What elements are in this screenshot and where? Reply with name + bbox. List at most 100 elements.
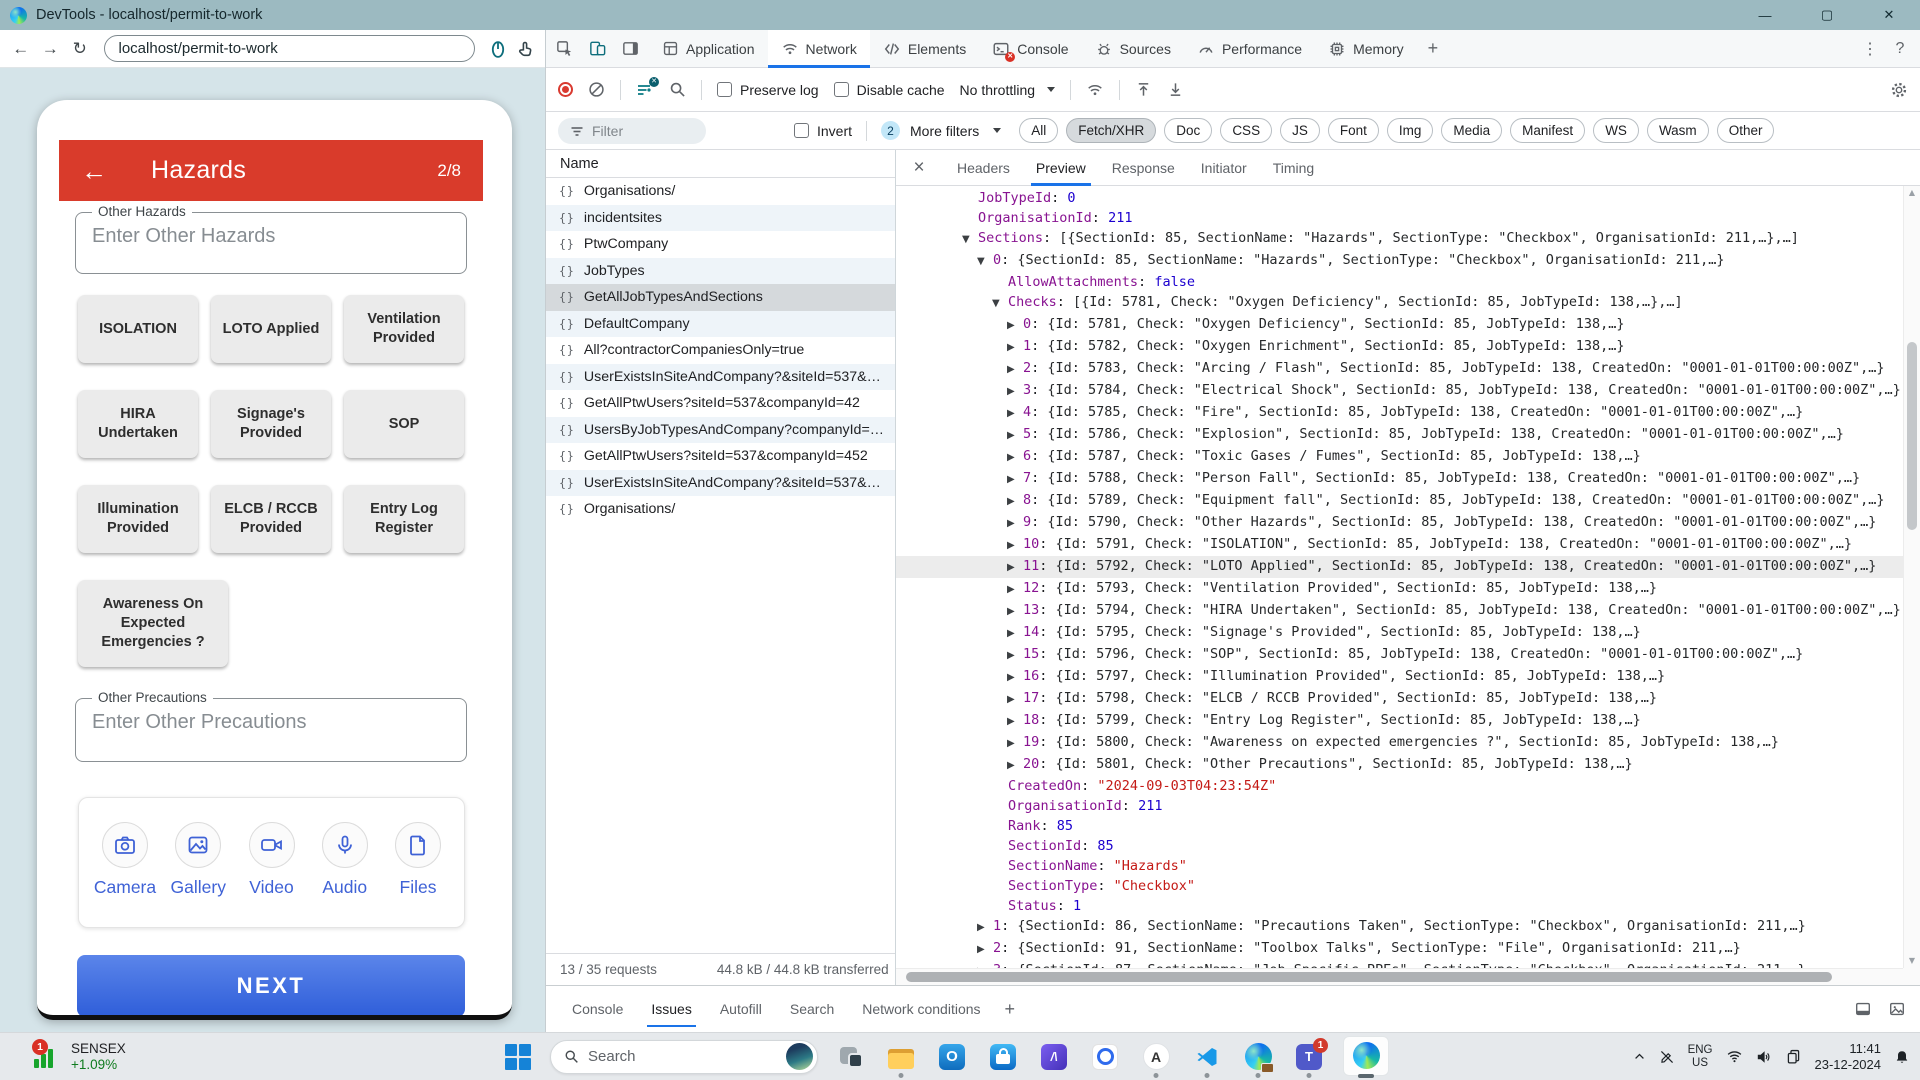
- close-button[interactable]: ✕: [1858, 0, 1920, 30]
- expand-arrow-icon[interactable]: ▶: [1007, 712, 1023, 732]
- network-conditions-icon[interactable]: [1086, 81, 1104, 99]
- hazard-button[interactable]: ISOLATION: [78, 295, 198, 363]
- tab-network[interactable]: Network: [768, 30, 870, 67]
- task-view-button[interactable]: [831, 1035, 869, 1079]
- tab-initiator[interactable]: Initiator: [1188, 150, 1260, 185]
- request-row[interactable]: {} UserExistsInSiteAndCompany?&siteId=53…: [546, 470, 895, 497]
- type-filter-pill[interactable]: All: [1019, 118, 1058, 143]
- expand-arrow-icon[interactable]: ▼: [977, 252, 993, 272]
- hazard-button[interactable]: Signage's Provided: [211, 390, 331, 458]
- hazard-button[interactable]: LOTO Applied: [211, 295, 331, 363]
- minimize-button[interactable]: —: [1734, 0, 1796, 30]
- request-row[interactable]: {} DefaultCompany: [546, 311, 895, 338]
- type-filter-pill[interactable]: Font: [1328, 118, 1379, 143]
- json-line[interactable]: ▶10: {Id: 5791, Check: "ISOLATION", Sect…: [896, 534, 1903, 556]
- preserve-log-checkbox[interactable]: Preserve log: [717, 82, 819, 98]
- gallery-button[interactable]: Gallery: [175, 822, 221, 927]
- json-line[interactable]: ▶0: {Id: 5781, Check: "Oxygen Deficiency…: [896, 314, 1903, 336]
- tab-console[interactable]: ✕ Console: [979, 30, 1081, 67]
- type-filter-pill[interactable]: Fetch/XHR: [1066, 118, 1156, 143]
- app-back-button[interactable]: ←: [81, 158, 107, 184]
- edge-work-profile-icon[interactable]: [1239, 1035, 1277, 1079]
- request-row[interactable]: {} GetAllJobTypesAndSections: [546, 284, 895, 311]
- name-column-header[interactable]: Name: [546, 150, 895, 178]
- type-filter-pill[interactable]: WS: [1593, 118, 1639, 143]
- side-panel-icon[interactable]: [621, 39, 640, 58]
- search-icon[interactable]: [669, 81, 686, 98]
- scrollbar-thumb[interactable]: [1907, 342, 1917, 530]
- app-a-icon[interactable]: A: [1137, 1035, 1175, 1079]
- tab-sources[interactable]: Sources: [1082, 30, 1184, 67]
- expand-arrow-icon[interactable]: ▶: [1007, 558, 1023, 578]
- json-line[interactable]: CreatedOn: "2024-09-03T04:23:54Z": [896, 776, 1903, 796]
- json-line[interactable]: ▶20: {Id: 5801, Check: "Other Precaution…: [896, 754, 1903, 776]
- hazard-button[interactable]: Awareness On Expected Emergencies ?: [78, 580, 228, 667]
- request-row[interactable]: {} Organisations/: [546, 178, 895, 205]
- file-explorer-icon[interactable]: [882, 1035, 920, 1079]
- close-icon[interactable]: ×: [906, 157, 932, 179]
- language-indicator[interactable]: ENG US: [1688, 1044, 1713, 1070]
- json-line[interactable]: ▼0: {SectionId: 85, SectionName: "Hazard…: [896, 250, 1903, 272]
- expand-arrow-icon[interactable]: ▶: [1007, 316, 1023, 336]
- camera-button[interactable]: Camera: [102, 822, 148, 927]
- tray-volume-icon[interactable]: [1756, 1049, 1772, 1065]
- expand-arrow-icon[interactable]: ▶: [1007, 734, 1023, 754]
- json-line[interactable]: ▶3: {Id: 5784, Check: "Electrical Shock"…: [896, 380, 1903, 402]
- audio-button[interactable]: Audio: [322, 822, 368, 927]
- other-hazards-field[interactable]: Other Hazards Enter Other Hazards: [75, 212, 467, 274]
- record-button[interactable]: [558, 82, 573, 97]
- json-line[interactable]: ▶4: {Id: 5785, Check: "Fire", SectionId:…: [896, 402, 1903, 424]
- request-row[interactable]: {} PtwCompany: [546, 231, 895, 258]
- json-line[interactable]: ▶1: {Id: 5782, Check: "Oxygen Enrichment…: [896, 336, 1903, 358]
- invert-checkbox[interactable]: Invert: [794, 123, 852, 139]
- expand-arrow-icon[interactable]: ▶: [1007, 624, 1023, 644]
- stocks-widget[interactable]: 1 SENSEX +1.09%: [34, 1033, 126, 1080]
- vscode-icon[interactable]: [1188, 1035, 1226, 1079]
- json-line[interactable]: ▶9: {Id: 5790, Check: "Other Hazards", S…: [896, 512, 1903, 534]
- hazard-button[interactable]: Ventilation Provided: [344, 295, 464, 363]
- json-line[interactable]: ▶18: {Id: 5799, Check: "Entry Log Regist…: [896, 710, 1903, 732]
- expand-arrow-icon[interactable]: ▶: [1007, 514, 1023, 534]
- json-line[interactable]: ▶7: {Id: 5788, Check: "Person Fall", Sec…: [896, 468, 1903, 490]
- json-line[interactable]: ▶11: {Id: 5792, Check: "LOTO Applied", S…: [896, 556, 1903, 578]
- json-line[interactable]: SectionName: "Hazards": [896, 856, 1903, 876]
- tab-timing[interactable]: Timing: [1260, 150, 1328, 185]
- weather-widget-icon[interactable]: [786, 1043, 813, 1070]
- hazard-button[interactable]: SOP: [344, 390, 464, 458]
- type-filter-pill[interactable]: JS: [1280, 118, 1320, 143]
- expand-arrow-icon[interactable]: ▶: [1007, 404, 1023, 424]
- request-row[interactable]: {} All?contractorCompaniesOnly=true: [546, 337, 895, 364]
- request-row[interactable]: {} GetAllPtwUsers?siteId=537&companyId=4…: [546, 443, 895, 470]
- back-button[interactable]: ←: [8, 39, 34, 59]
- tab-elements[interactable]: Elements: [870, 30, 979, 67]
- json-line[interactable]: ▶14: {Id: 5795, Check: "Signage's Provid…: [896, 622, 1903, 644]
- expand-arrow-icon[interactable]: ▶: [1007, 382, 1023, 402]
- device-toolbar-icon[interactable]: [588, 39, 607, 58]
- json-line[interactable]: ▶19: {Id: 5800, Check: "Awareness on exp…: [896, 732, 1903, 754]
- type-filter-pill[interactable]: Img: [1387, 118, 1434, 143]
- json-line[interactable]: Status: 1: [896, 896, 1903, 916]
- json-line[interactable]: OrganisationId: 211: [896, 796, 1903, 816]
- help-icon[interactable]: ?: [1888, 40, 1912, 58]
- json-line[interactable]: ▶13: {Id: 5794, Check: "HIRA Undertaken"…: [896, 600, 1903, 622]
- json-line[interactable]: OrganisationId: 211: [896, 208, 1903, 228]
- drawer-tab[interactable]: Search: [776, 986, 848, 1032]
- type-filter-pill[interactable]: Doc: [1164, 118, 1212, 143]
- tab-memory[interactable]: Memory: [1315, 30, 1417, 67]
- expand-arrow-icon[interactable]: ▶: [1007, 668, 1023, 688]
- json-line[interactable]: ▶2: {Id: 5783, Check: "Arcing / Flash", …: [896, 358, 1903, 380]
- filter-toggle-icon[interactable]: ✕: [636, 81, 654, 99]
- type-filter-pill[interactable]: CSS: [1220, 118, 1272, 143]
- drawer-tab[interactable]: Network conditions: [848, 986, 994, 1032]
- expand-arrow-icon[interactable]: ▶: [1007, 470, 1023, 490]
- json-line[interactable]: SectionType: "Checkbox": [896, 876, 1903, 896]
- outlook-icon[interactable]: O: [933, 1035, 971, 1079]
- settings-gear-icon[interactable]: [1890, 81, 1908, 99]
- json-line[interactable]: ▶17: {Id: 5798, Check: "ELCB / RCCB Prov…: [896, 688, 1903, 710]
- next-button[interactable]: NEXT: [77, 955, 465, 1017]
- json-line[interactable]: ▶3: {SectionId: 87, SectionName: "Job Sp…: [896, 960, 1903, 968]
- json-line[interactable]: ▶8: {Id: 5789, Check: "Equipment fall", …: [896, 490, 1903, 512]
- tab-application[interactable]: Application: [649, 30, 768, 67]
- json-line[interactable]: Rank: 85: [896, 816, 1903, 836]
- expand-arrow-icon[interactable]: ▶: [1007, 426, 1023, 446]
